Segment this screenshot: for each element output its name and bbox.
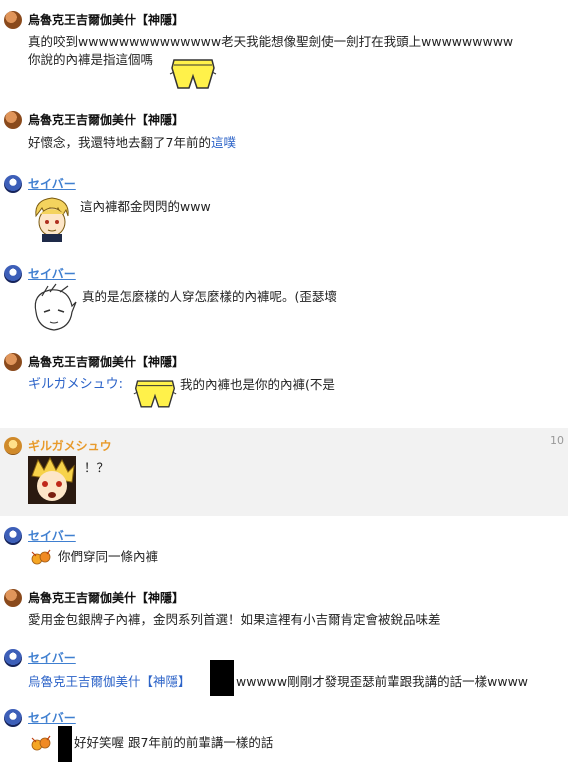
mention-link[interactable]: 烏魯克王吉爾伽美什【神隱】 — [28, 673, 191, 691]
response-item: 烏魯克王吉爾伽美什【神隱】 愛用金包銀牌子內褲，金閃系列首選！如果這裡有小吉爾肯… — [0, 578, 568, 642]
underwear-sticker-icon — [169, 59, 217, 89]
username[interactable]: 烏魯克王吉爾伽美什【神隱】 — [28, 112, 184, 128]
avatar-gilgamesh-icon[interactable] — [4, 353, 22, 371]
response-item: 烏魯克王吉爾伽美什【神隱】 好懷念，我還特地去翻了7年前的這噗 — [0, 100, 568, 170]
response-item: セイバー 烏魯克王吉爾伽美什【神隱】 wwwww剛剛才發現歪瑟前輩跟我講的話一樣… — [0, 642, 568, 704]
redacted-block — [58, 726, 72, 762]
mention-link[interactable]: ギルガメシュウ: — [28, 376, 123, 394]
avatar-saber-icon[interactable] — [4, 527, 22, 545]
message-text: 這內褲都金閃閃的www — [80, 199, 211, 214]
username[interactable]: セイバー — [28, 266, 76, 282]
message-text: 好好笑喔 跟7年前的前輩講一樣的話 — [74, 735, 274, 750]
username[interactable]: 烏魯克王吉爾伽美什【神隱】 — [28, 354, 184, 370]
message-text: 好懷念，我還特地去翻了7年前的這噗 — [28, 134, 236, 152]
response-feed: 烏魯克王吉爾伽美什【神隱】 真的咬到wwwwwwwwwwwwww老天我能想像聖劍… — [0, 0, 568, 764]
sketch-face-sticker-icon — [28, 282, 78, 336]
response-item: セイバー 真的是怎麼樣的人穿怎麼樣的內褲呢。(歪瑟壞 — [0, 260, 568, 350]
response-item: セイバー 你們穿同一條內褲 — [0, 516, 568, 578]
message-text: wwwww剛剛才發現歪瑟前輩跟我講的話一樣wwww — [236, 674, 529, 689]
cheer-emoji-icon — [31, 549, 51, 565]
message-text: 愛用金包銀牌子內褲，金閃系列首選！如果這裡有小吉爾肯定會被銳品味差 — [28, 612, 441, 627]
username[interactable]: 烏魯克王吉爾伽美什【神隱】 — [28, 590, 184, 606]
response-item: 烏魯克王吉爾伽美什【神隱】 真的咬到wwwwwwwwwwwwww老天我能想像聖劍… — [0, 0, 568, 100]
underwear-sticker-icon — [133, 380, 177, 408]
avatar-saber-icon[interactable] — [4, 709, 22, 727]
avatar-gilgamesh-icon[interactable] — [4, 589, 22, 607]
username[interactable]: セイバー — [28, 176, 76, 192]
response-item: セイバー 好好笑喔 跟7年前的前輩講一樣的話 — [0, 704, 568, 764]
username[interactable]: セイバー — [28, 528, 76, 544]
message-text: 你們穿同一條內褲 — [58, 549, 159, 564]
message-text: 你說的內褲是指這個嗎 — [28, 52, 154, 67]
avatar-gilgamesh-user-icon[interactable] — [4, 437, 22, 455]
response-item: 烏魯克王吉爾伽美什【神隱】 ギルガメシュウ: 我的內褲也是你的內褲(不是 — [0, 350, 568, 428]
avatar-saber-icon[interactable] — [4, 175, 22, 193]
username[interactable]: ギルガメシュウ — [28, 438, 112, 454]
message-text: 我的內褲也是你的內褲(不是 — [180, 377, 335, 392]
response-item: セイバー 這內褲都金閃閃的www — [0, 170, 568, 260]
message-text: 真的是怎麼樣的人穿怎麼樣的內褲呢。(歪瑟壞 — [82, 289, 337, 304]
username[interactable]: 烏魯克王吉爾伽美什【神隱】 — [28, 12, 184, 28]
username[interactable]: セイバー — [28, 650, 76, 666]
gilgamesh-shocked-sticker-icon — [28, 456, 76, 504]
avatar-gilgamesh-icon[interactable] — [4, 111, 22, 129]
username[interactable]: セイバー — [28, 710, 76, 726]
plurk-link[interactable]: 這噗 — [211, 135, 236, 150]
cheer-emoji-icon — [31, 735, 51, 751]
avatar-saber-icon[interactable] — [4, 265, 22, 283]
response-item: ギルガメシュウ 10 ！？ — [0, 428, 568, 516]
message-text: 真的咬到wwwwwwwwwwwwww老天我能想像聖劍使一劍打在我頭上wwwwww… — [28, 34, 514, 49]
avatar-gilgamesh-icon[interactable] — [4, 11, 22, 29]
avatar-saber-icon[interactable] — [4, 649, 22, 667]
message-text-prefix: 好懷念，我還特地去翻了7年前的 — [28, 135, 211, 150]
message-text: ！？ — [84, 460, 110, 475]
response-timestamp: 10 — [550, 434, 564, 447]
redacted-block — [210, 660, 234, 696]
gilgamesh-face-sticker-icon — [28, 194, 76, 242]
